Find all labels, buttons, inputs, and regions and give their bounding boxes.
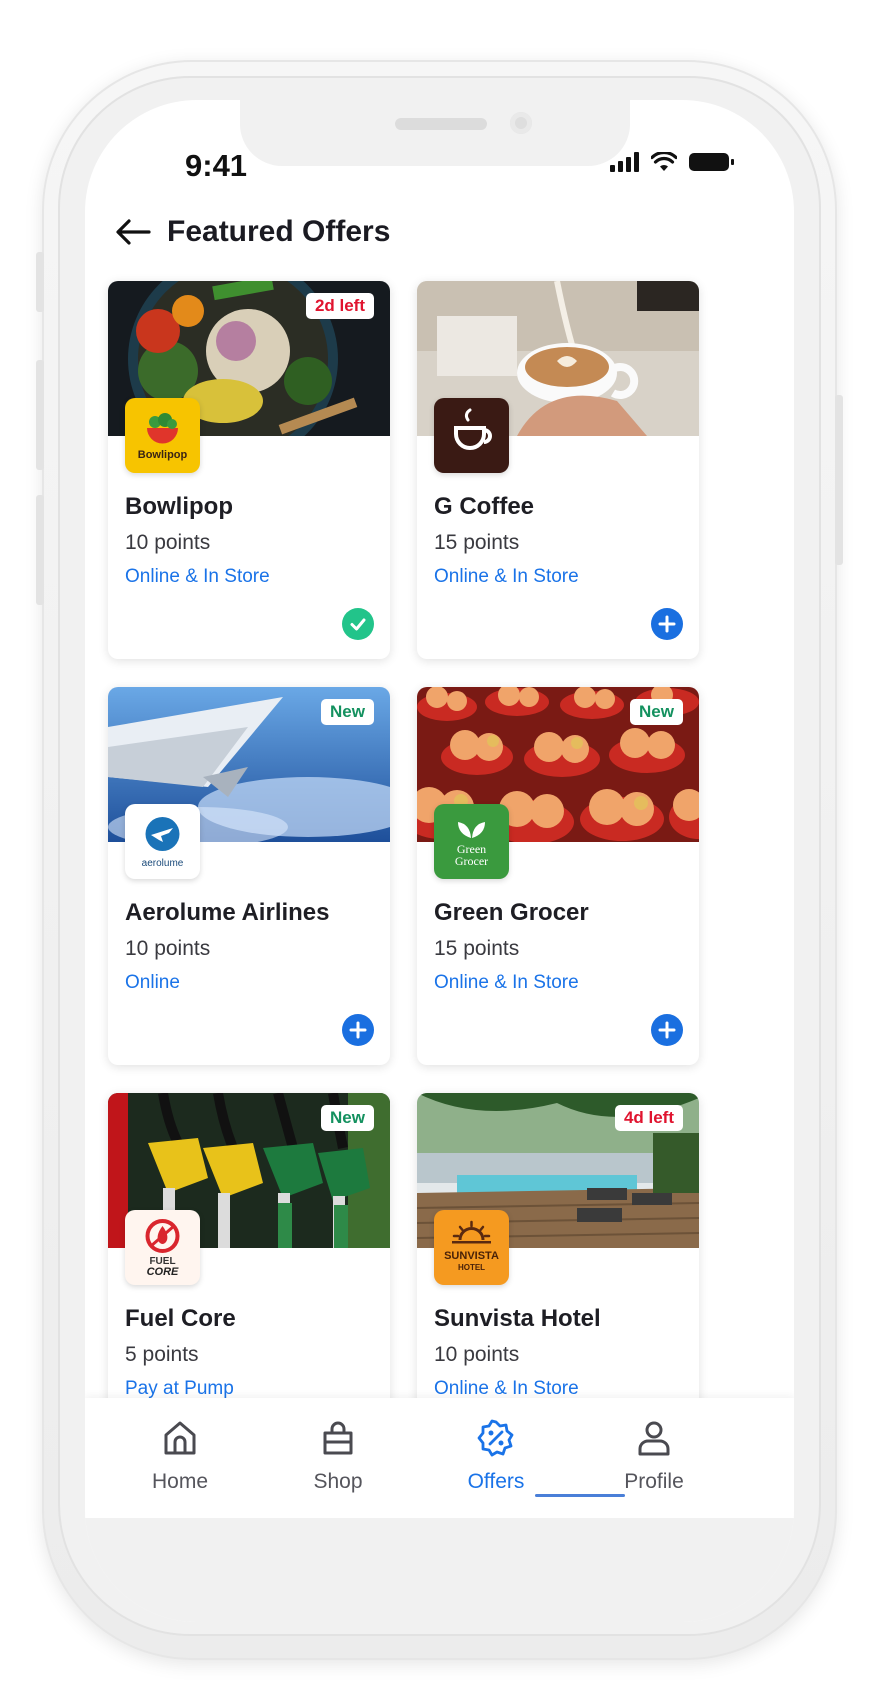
merchant-logo: SUNVISTA HOTEL [434,1210,509,1285]
plus-icon [658,615,676,633]
shopping-bag-icon [323,1421,353,1455]
nav-label: Shop [313,1470,363,1493]
battery-icon [689,153,734,171]
merchant-logo: aerolume [125,804,200,879]
svg-text:Bowlipop: Bowlipop [138,449,188,461]
offer-points: 10 points [125,531,211,554]
offer-card-green-grocer[interactable]: New Green Grocer Green Grocer 15 points … [417,687,699,1065]
status-icons [610,152,734,172]
side-button [36,360,44,470]
svg-text:Grocer: Grocer [455,854,488,868]
merchant-name: Sunvista Hotel [434,1305,601,1332]
offer-card-aerolume-airlines[interactable]: New aerolume Aerolume Airlines 10 points… [108,687,390,1065]
speaker [395,118,487,130]
merchant-name: Aerolume Airlines [125,899,330,926]
merchant-name: Fuel Core [125,1305,236,1332]
offer-channel: Pay at Pump [125,1378,234,1399]
offer-expiry-badge: 4d left [614,1105,683,1131]
plus-icon [349,1021,367,1039]
nav-label: Home [151,1470,209,1493]
offer-points: 10 points [125,937,211,960]
svg-text:SUNVISTA: SUNVISTA [444,1250,499,1262]
offer-card-g-coffee[interactable]: G Coffee 15 points Online & In Store [417,281,699,659]
merchant-name: G Coffee [434,493,535,520]
add-offer-button[interactable] [651,1014,683,1046]
bottom-navigation: Home Shop Offers Profile [85,1398,794,1518]
side-button [36,495,44,605]
svg-text:HOTEL: HOTEL [458,1263,485,1272]
nav-label: Profile [624,1470,684,1493]
plus-icon [658,1021,676,1039]
offer-new-badge: New [321,699,374,725]
check-icon [350,618,366,631]
merchant-name: Bowlipop [125,493,233,520]
offer-added-button[interactable] [342,608,374,640]
cellular-signal-icon [610,152,639,172]
offer-new-badge: New [630,699,683,725]
screen-bottom-bezel [85,1518,794,1622]
add-offer-button[interactable] [342,1014,374,1046]
merchant-name: Green Grocer [434,899,589,926]
offer-channel: Online & In Store [434,1378,579,1399]
offer-card-bowlipop[interactable]: 2d left Bowlipop Bowlipop 10 points Onli… [108,281,390,659]
page-header: Featured Offers [115,212,390,252]
offer-channel: Online & In Store [434,972,579,993]
page-title: Featured Offers [167,215,391,248]
offer-channel: Online & In Store [434,566,579,587]
offer-points: 15 points [434,531,520,554]
offer-points: 10 points [434,1343,520,1366]
coffee-cup-icon [454,408,492,450]
offer-channel: Online [125,972,180,993]
phone-screen: 9:41 Featured Offers 2d left Bowlipop Bo… [85,100,794,1622]
offer-channel: Online & In Store [125,566,270,587]
svg-text:CORE: CORE [147,1266,179,1278]
user-icon [638,1421,670,1456]
merchant-logo [434,398,509,473]
home-icon [164,1421,196,1455]
add-offer-button[interactable] [651,608,683,640]
merchant-logo: Green Grocer [434,804,509,879]
nav-label: Offers [467,1470,525,1493]
scroll-indicator [535,1494,625,1497]
notch [240,100,630,166]
side-button [36,252,44,312]
merchant-logo: FUEL CORE [125,1210,200,1285]
back-button[interactable] [115,212,159,252]
wifi-icon [651,152,677,171]
discount-badge-icon [477,1419,514,1457]
merchant-logo: Bowlipop [125,398,200,473]
status-time: 9:41 [185,148,248,183]
camera [510,112,532,134]
svg-text:aerolume: aerolume [142,858,184,869]
offer-points: 15 points [434,937,520,960]
offer-expiry-badge: 2d left [305,293,374,319]
offer-new-badge: New [321,1105,374,1131]
side-button [835,395,843,565]
offer-points: 5 points [125,1343,199,1366]
arrow-left-icon [116,219,151,245]
